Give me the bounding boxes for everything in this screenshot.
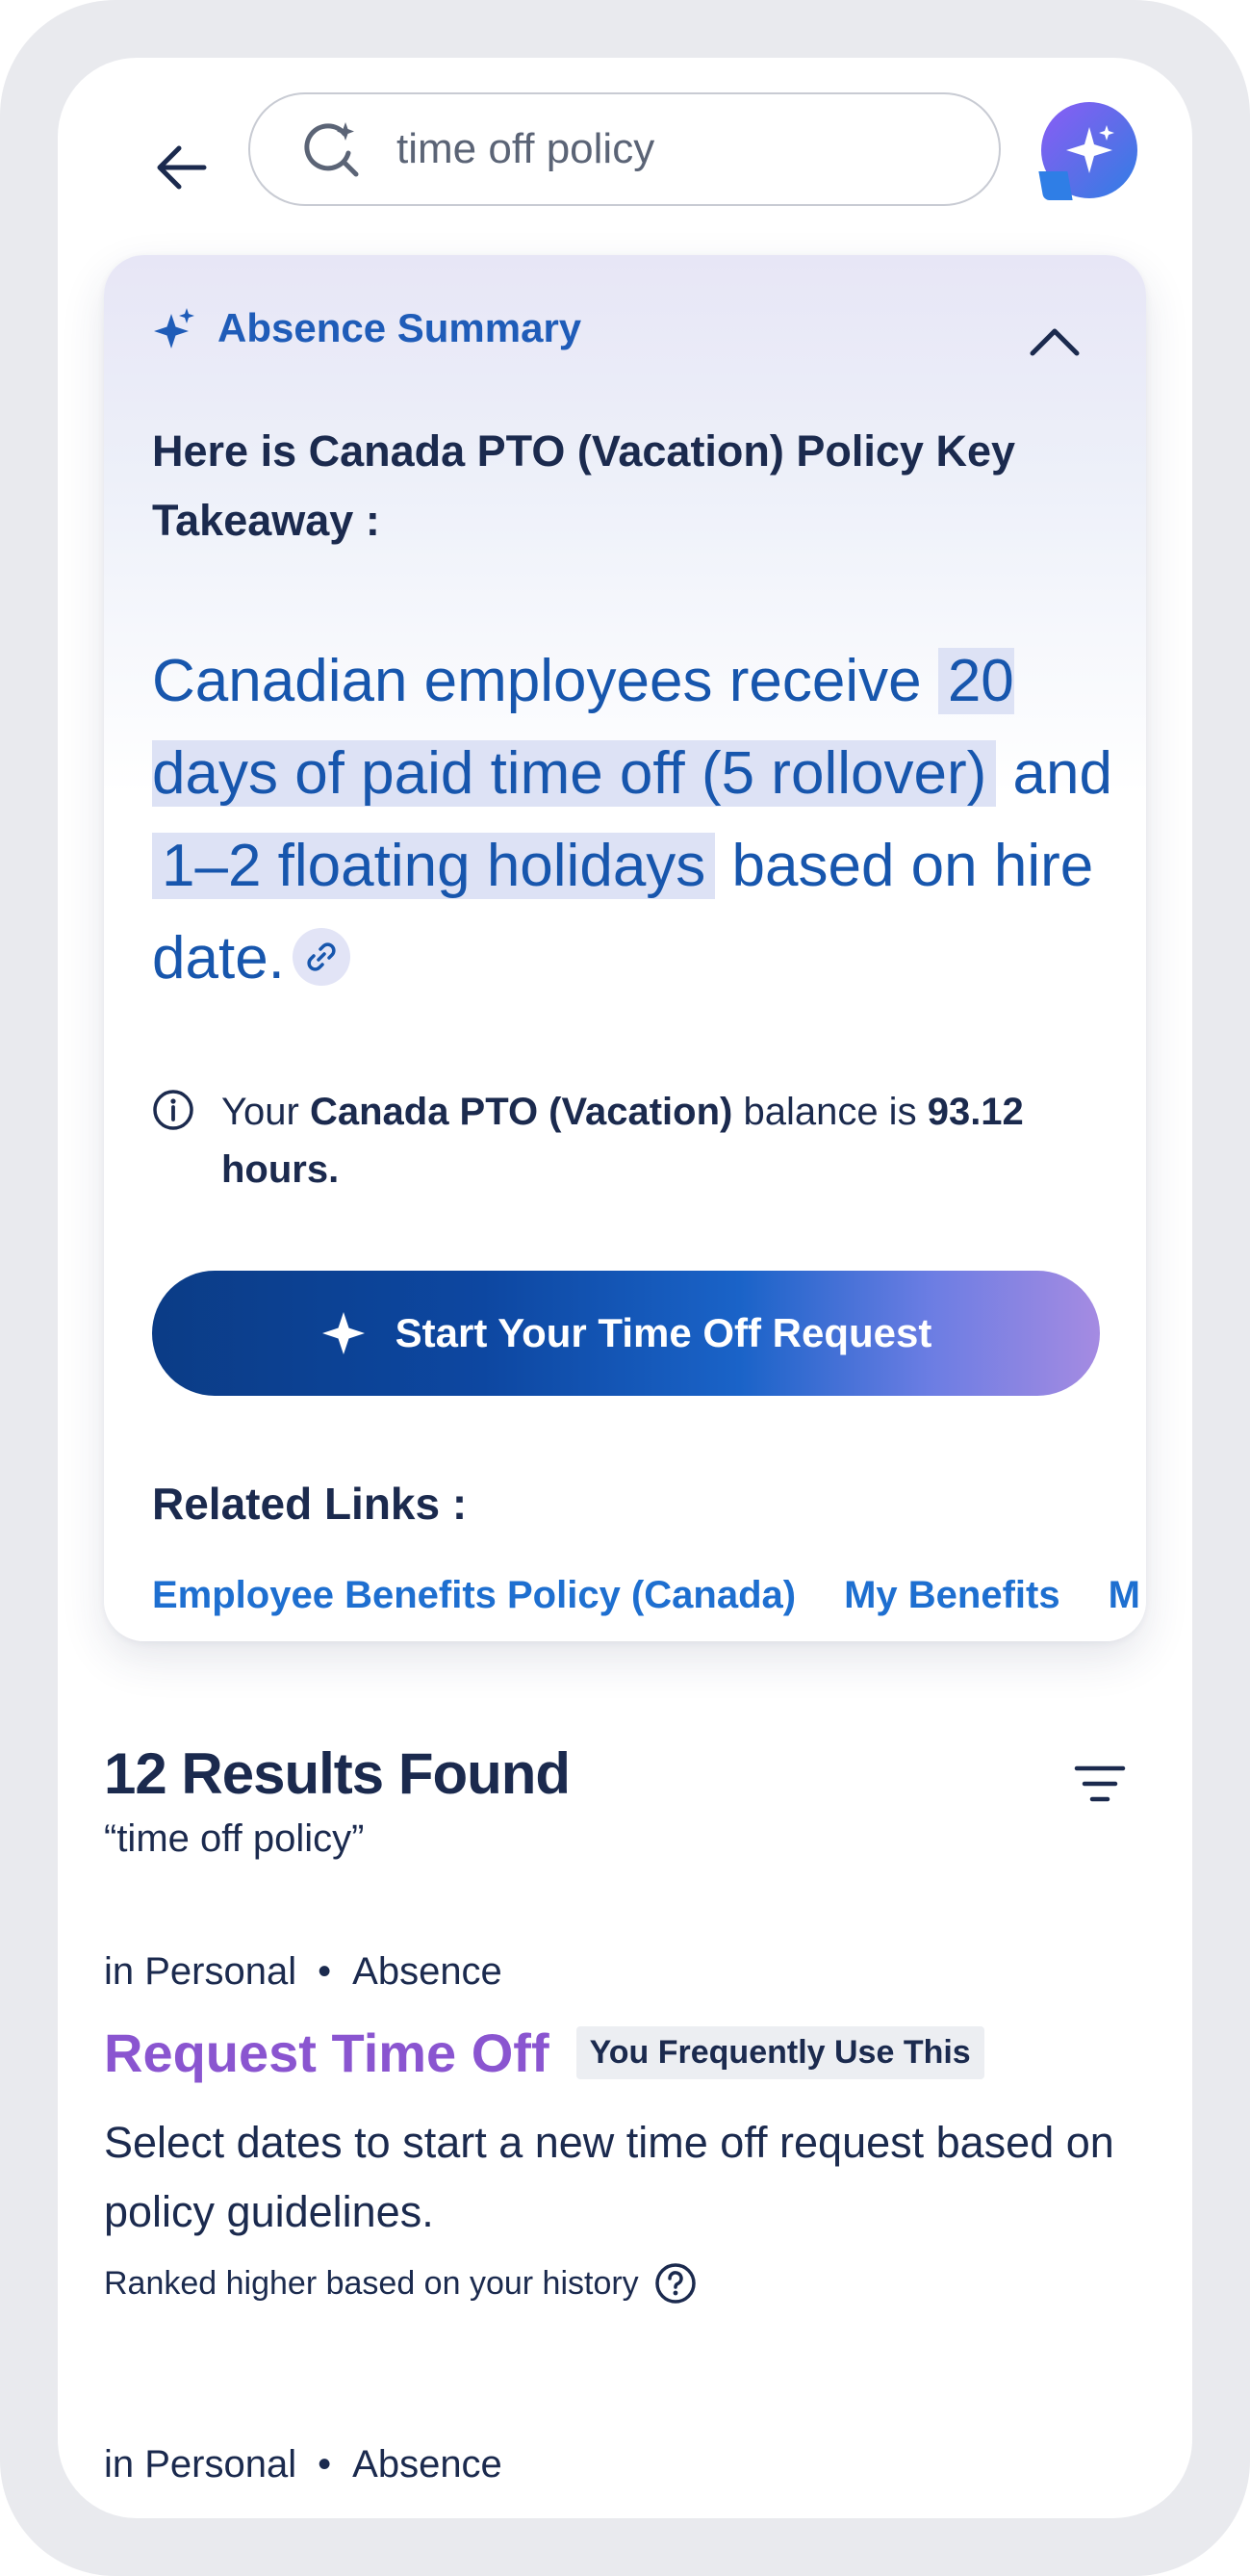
absence-summary-card: Absence Summary Here is Canada PTO (Vaca… — [104, 255, 1146, 1641]
result-scope: in Personal — [104, 2443, 297, 2486]
filter-button[interactable] — [1068, 1752, 1132, 1816]
ai-search-icon — [300, 118, 362, 180]
ranking-note-text: Ranked higher based on your history — [104, 2264, 639, 2302]
related-link-my-benefits[interactable]: My Benefits — [844, 1574, 1060, 1617]
summary-subtitle: Here is Canada PTO (Vacation) Policy Key… — [152, 426, 1016, 545]
results-query: “time off policy” — [104, 1817, 365, 1860]
breadcrumb-separator: • — [318, 1950, 332, 1993]
related-links-title: Related Links : — [152, 1479, 468, 1529]
balance-prefix: Your — [221, 1091, 299, 1133]
balance-middle: balance is — [743, 1091, 917, 1133]
related-links-list: Employee Benefits Policy (Canada) My Ben… — [152, 1574, 1146, 1617]
link-icon — [307, 942, 336, 971]
back-button[interactable] — [133, 119, 229, 216]
assistant-button[interactable] — [1038, 102, 1137, 200]
key-takeaway: Canadian employees receive 20 days of pa… — [152, 635, 1114, 1005]
info-icon — [153, 1090, 193, 1130]
app-screen: time off policy Absence Summary Here is … — [58, 58, 1192, 2518]
highlight-floating-holidays: 1–2 floating holidays — [152, 833, 716, 899]
result-scope: in Personal — [104, 1950, 297, 1993]
source-link-button[interactable] — [292, 927, 350, 986]
result-description: Select dates to start a new time off req… — [104, 2118, 1114, 2236]
card-title: Absence Summary — [217, 305, 582, 350]
related-link-truncated[interactable]: M — [1109, 1574, 1140, 1617]
takeaway-text: and — [1012, 740, 1112, 807]
help-icon[interactable] — [654, 2262, 697, 2305]
start-button-label: Start Your Time Off Request — [395, 1310, 932, 1355]
result-title-request-time-off[interactable]: Request Time Off — [104, 2022, 549, 2084]
result-title-row: Request Time Off You Frequently Use This — [104, 2022, 984, 2084]
related-link-benefits-policy[interactable]: Employee Benefits Policy (Canada) — [152, 1574, 796, 1617]
assistant-bubble-tail — [1038, 171, 1073, 200]
search-query-text: time off policy — [396, 125, 655, 172]
balance-text: Your Canada PTO (Vacation) balance is 93… — [221, 1083, 1114, 1198]
ranking-note: Ranked higher based on your history — [104, 2262, 697, 2305]
collapse-button[interactable] — [1021, 313, 1088, 371]
assistant-chat-icon — [1066, 125, 1114, 173]
frequently-used-badge: You Frequently Use This — [575, 2026, 984, 2079]
balance-plan: Canada PTO (Vacation) — [309, 1091, 733, 1133]
sparkle-icon — [321, 1312, 365, 1354]
result-category: Absence — [352, 2443, 502, 2486]
result-breadcrumb: in Personal • Absence — [104, 1950, 502, 1994]
chevron-up-icon — [1030, 328, 1080, 356]
results-count: 12 Results Found — [104, 1741, 571, 1806]
card-header: Absence Summary — [152, 305, 581, 351]
start-time-off-request-button[interactable]: Start Your Time Off Request — [152, 1271, 1100, 1396]
search-input[interactable]: time off policy — [248, 92, 1001, 206]
device-frame: time off policy Absence Summary Here is … — [0, 0, 1250, 2576]
back-arrow-icon — [157, 145, 207, 190]
result-category: Absence — [352, 1950, 502, 1993]
filter-icon — [1074, 1765, 1126, 1802]
pto-balance: Your Canada PTO (Vacation) balance is 93… — [152, 1083, 1114, 1198]
takeaway-text: Canadian employees receive — [152, 648, 922, 714]
result-breadcrumb: in Personal • Absence — [104, 2443, 502, 2486]
breadcrumb-separator: • — [318, 2443, 332, 2486]
sparkle-icon — [154, 308, 194, 348]
